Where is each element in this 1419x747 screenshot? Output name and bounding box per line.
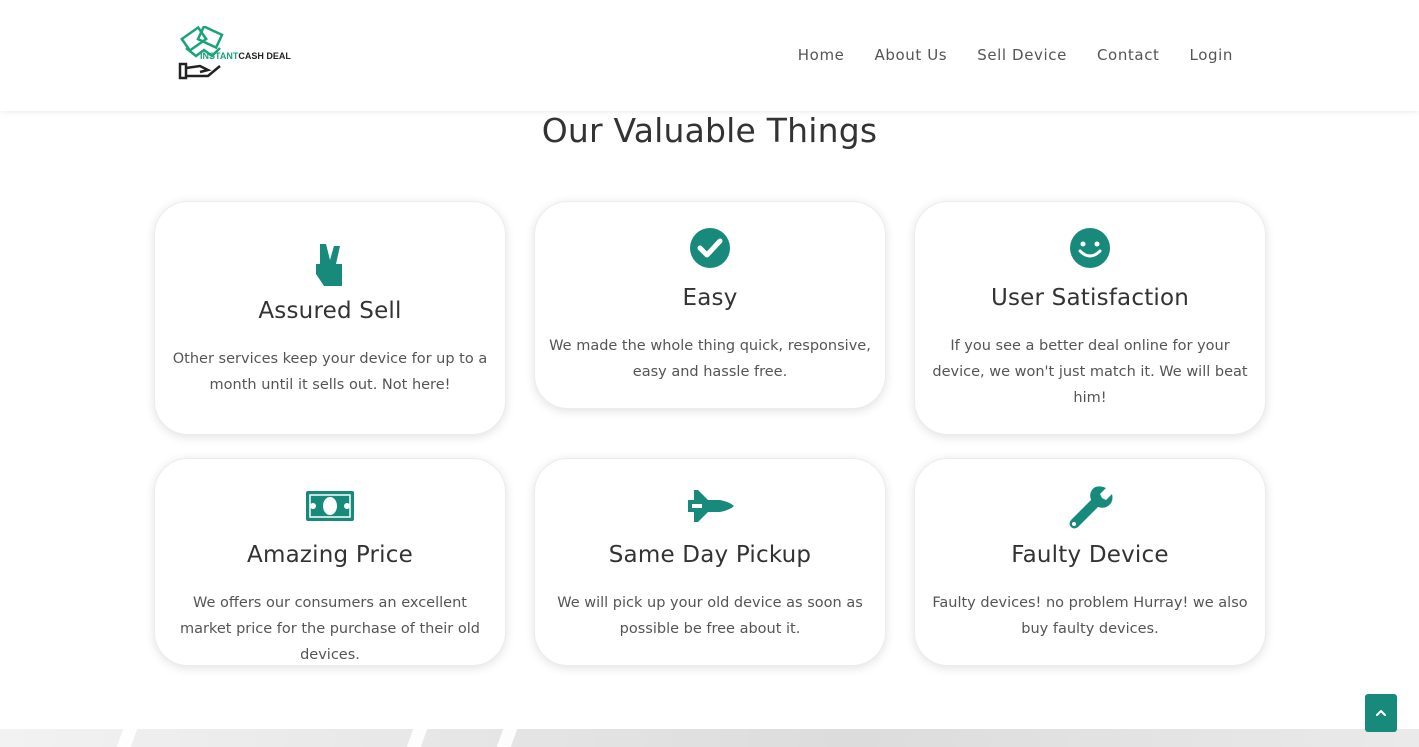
check-circle-icon	[690, 228, 730, 268]
chevron-up-icon	[1376, 710, 1386, 716]
wrench-icon	[1069, 486, 1113, 529]
main-nav: Home About Us Sell Device Contact Login	[768, 46, 1233, 64]
money-bill-icon	[306, 491, 354, 521]
nav-about-us[interactable]: About Us	[874, 46, 947, 64]
card-text: Other services keep your device for up t…	[172, 351, 488, 393]
feature-card-faulty-device: Faulty Device Faulty devices! no problem…	[914, 458, 1266, 666]
nav-contact[interactable]: Contact	[1097, 46, 1160, 64]
feature-card-amazing-price: Amazing Price We offers our consumers an…	[154, 458, 506, 666]
card-text: We made the whole thing quick, responsiv…	[549, 338, 871, 380]
feature-card-assured-sell: Assured Sell Other services keep your de…	[154, 201, 506, 435]
card-text: Faulty devices! no problem Hurray! we al…	[932, 595, 1248, 637]
card-title: Easy	[682, 285, 738, 311]
space-shuttle-icon	[688, 490, 734, 522]
card-title: Assured Sell	[258, 298, 402, 324]
logo-text-cash-deal: CASH DEAL	[238, 51, 291, 61]
smile-icon	[1070, 228, 1110, 268]
card-text: We offers our consumers an excellent mar…	[180, 595, 480, 663]
card-title: Faulty Device	[1011, 542, 1169, 568]
card-text: If you see a better deal online for your…	[932, 338, 1248, 406]
decorative-stripe	[406, 729, 428, 747]
feature-card-user-satisfaction: User Satisfaction If you see a better de…	[914, 201, 1266, 435]
logo-text-instant: INSTANT	[200, 51, 239, 61]
victory-hand-icon	[316, 244, 342, 286]
nav-login[interactable]: Login	[1190, 46, 1233, 64]
card-title: User Satisfaction	[990, 285, 1190, 311]
scroll-to-top-button[interactable]	[1365, 694, 1397, 732]
site-header: INSTANTCASH DEAL Home About Us Sell Devi…	[0, 0, 1419, 111]
decorative-stripe	[496, 729, 518, 747]
nav-home[interactable]: Home	[798, 46, 845, 64]
card-title: Same Day Pickup	[608, 542, 812, 568]
footer-band	[0, 729, 1419, 747]
card-text: We will pick up your old device as soon …	[557, 595, 863, 637]
feature-card-easy: Easy We made the whole thing quick, resp…	[534, 201, 886, 409]
decorative-stripe	[116, 729, 138, 747]
section-title: Our Valuable Things	[541, 111, 878, 150]
feature-card-same-day-pickup: Same Day Pickup We will pick up your old…	[534, 458, 886, 666]
logo-text: INSTANTCASH DEAL	[200, 51, 291, 61]
card-title: Amazing Price	[247, 542, 413, 568]
nav-sell-device[interactable]: Sell Device	[977, 46, 1067, 64]
